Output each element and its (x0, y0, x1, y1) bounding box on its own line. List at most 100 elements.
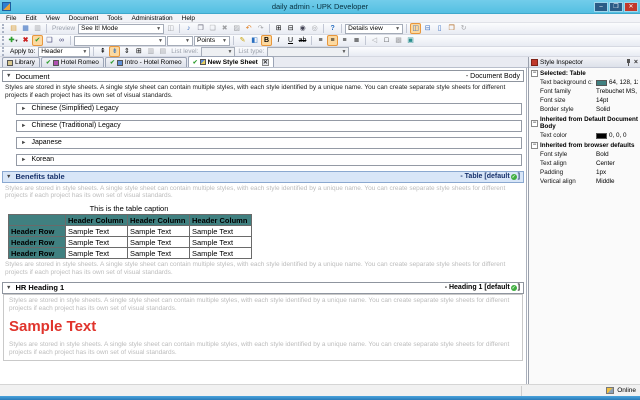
play-mode-select[interactable]: See It! Mode▼ (78, 24, 164, 34)
menu-document[interactable]: Document (69, 15, 99, 22)
section-header-document[interactable]: ▼ Document - Document Body (2, 70, 524, 82)
table-style-icon[interactable]: ▣ (405, 35, 416, 46)
sample-cell[interactable]: Sample Text (128, 226, 190, 237)
tile-vertical-icon[interactable]: ◫ (410, 23, 421, 34)
collapse-triangle-icon[interactable]: ▼ (6, 174, 11, 180)
benefits-table-preview[interactable]: Header Column Header Column Header Colum… (8, 214, 252, 259)
tile-horizontal-icon[interactable]: ⊟ (422, 23, 433, 34)
sample-cell[interactable]: Sample Text (190, 248, 252, 259)
font-unit-select[interactable]: Points▼ (194, 36, 230, 46)
tab-library[interactable]: Library (2, 57, 40, 67)
menu-edit[interactable]: Edit (25, 15, 36, 22)
table-row: Header Row Sample Text Sample Text Sampl… (9, 248, 252, 259)
fill-color-icon[interactable]: ◧ (249, 35, 260, 46)
separator (323, 24, 324, 33)
header-row-cell[interactable]: Header Row (9, 248, 66, 259)
undo-icon[interactable]: ↶ (243, 23, 254, 34)
sample-cell[interactable]: Sample Text (128, 237, 190, 248)
section-chinese-simplified[interactable]: ► Chinese (Simplified) Legacy (16, 103, 522, 115)
bold-icon[interactable]: B (261, 35, 272, 46)
chevron-down-icon: ▼ (220, 38, 227, 44)
expand-triangle-icon[interactable]: ► (21, 140, 26, 146)
section-korean[interactable]: ► Korean (16, 154, 522, 166)
chevron-down-icon: ▼ (393, 26, 400, 32)
menu-view[interactable]: View (46, 15, 60, 22)
details-view-select[interactable]: Details view▼ (345, 24, 403, 34)
tile-single-icon[interactable]: ▯ (434, 23, 445, 34)
menu-help[interactable]: Help (182, 15, 195, 22)
strikethrough-icon[interactable]: ab (297, 35, 308, 46)
section-header-hr-heading-1[interactable]: ▼ HR Heading 1 - Heading 1 [default ✓ ] (2, 282, 524, 294)
validate-style-icon[interactable]: ✔ (32, 35, 43, 46)
chevron-down-icon: ▼ (80, 49, 87, 55)
text-highlight-icon[interactable]: ✎ (237, 35, 248, 46)
section-header-benefits-table[interactable]: ▼ Benefits table - Table [default ✓ ] (2, 171, 524, 183)
align-justify-icon[interactable]: ≣ (351, 35, 362, 46)
help-icon[interactable]: ? (327, 23, 338, 34)
collapse-minus-icon[interactable]: − (531, 70, 538, 77)
link-icon[interactable]: ∞ (56, 35, 67, 46)
panel-close-icon[interactable]: × (634, 59, 638, 66)
menu-administration[interactable]: Administration (131, 15, 172, 22)
spacing-after-icon[interactable]: ⇟ (109, 46, 120, 57)
chevron-down-icon: ▼ (225, 49, 232, 55)
sample-cell[interactable]: Sample Text (190, 237, 252, 248)
apply-to-select[interactable]: Header▼ (38, 47, 90, 57)
collapse-triangle-icon[interactable]: ▼ (6, 73, 11, 79)
tab-close-icon[interactable]: ✕ (262, 59, 269, 66)
add-style-icon[interactable]: ✚▼ (8, 35, 19, 46)
expand-triangle-icon[interactable]: ► (21, 157, 26, 163)
tab-intro-hotel-romeo[interactable]: ✔ Intro - Hotel Romeo (105, 57, 187, 67)
line-spacing-icon[interactable]: ⇕ (121, 46, 132, 57)
font-size-select[interactable]: ▼ (167, 36, 193, 46)
tab-new-style-sheet[interactable]: ✔ New Style Sheet ✕ (188, 56, 274, 67)
italic-icon[interactable]: I (273, 35, 284, 46)
menu-tools[interactable]: Tools (107, 15, 122, 22)
collapse-all-icon[interactable]: ⊟ (285, 23, 296, 34)
underline-icon[interactable]: U (285, 35, 296, 46)
delete-style-icon[interactable]: ✖ (20, 35, 31, 46)
new-page-icon[interactable]: ❏ (44, 35, 55, 46)
section-japanese[interactable]: ► Japanese (16, 137, 522, 149)
pin-icon[interactable] (625, 59, 632, 66)
checkmark-icon: ✔ (110, 59, 115, 66)
section-chinese-traditional[interactable]: ► Chinese (Traditional) Legacy (16, 120, 522, 132)
collapse-triangle-icon[interactable]: ▼ (6, 285, 11, 291)
separator (93, 47, 94, 56)
open-folder-icon[interactable]: ▤ (8, 23, 19, 34)
sample-cell[interactable]: Sample Text (66, 248, 128, 259)
header-row-cell[interactable]: Header Row (9, 237, 66, 248)
insert-table-icon[interactable]: ⊞ (133, 46, 144, 57)
header-column-cell[interactable]: Header Column (66, 215, 128, 226)
sample-cell[interactable]: Sample Text (66, 226, 128, 237)
hr-heading-sample-text[interactable]: Sample Text (4, 315, 522, 339)
expand-triangle-icon[interactable]: ► (21, 123, 26, 129)
find-icon[interactable]: ◉ (297, 23, 308, 34)
table-row: Header Column Header Column Header Colum… (9, 215, 252, 226)
header-column-cell[interactable]: Header Column (190, 215, 252, 226)
expand-all-icon[interactable]: ⊞ (273, 23, 284, 34)
align-right-icon[interactable]: ≡ (339, 35, 350, 46)
sample-cell[interactable]: Sample Text (66, 237, 128, 248)
header-column-cell[interactable]: Header Column (128, 215, 190, 226)
align-center-icon[interactable]: ≡ (327, 35, 338, 46)
inspector-group-selected: − Selected: Table (529, 68, 640, 78)
sample-cell[interactable]: Sample Text (190, 226, 252, 237)
sample-cell[interactable]: Sample Text (128, 248, 190, 259)
sound-icon[interactable]: ♪ (183, 23, 194, 34)
expand-triangle-icon[interactable]: ► (21, 106, 26, 112)
tab-hotel-romeo[interactable]: ✔ Hotel Romeo (41, 57, 104, 67)
border-box-icon[interactable]: □ (381, 35, 392, 46)
spacing-before-icon[interactable]: ⇞ (97, 46, 108, 57)
font-family-select[interactable]: ▼ (74, 36, 166, 46)
copy-icon[interactable]: ❐ (195, 23, 206, 34)
menu-file[interactable]: File (6, 15, 16, 22)
align-left-icon[interactable]: ≡ (315, 35, 326, 46)
table-corner-cell[interactable] (9, 215, 66, 226)
collapse-minus-icon[interactable]: − (531, 142, 538, 149)
inspector-group-inherited-body: − Inherited from Default Document Body (529, 114, 640, 131)
save-icon[interactable]: ▦ (20, 23, 31, 34)
collapse-minus-icon[interactable]: − (531, 120, 538, 127)
header-row-cell[interactable]: Header Row (9, 226, 66, 237)
export-icon[interactable]: ❒ (446, 23, 457, 34)
